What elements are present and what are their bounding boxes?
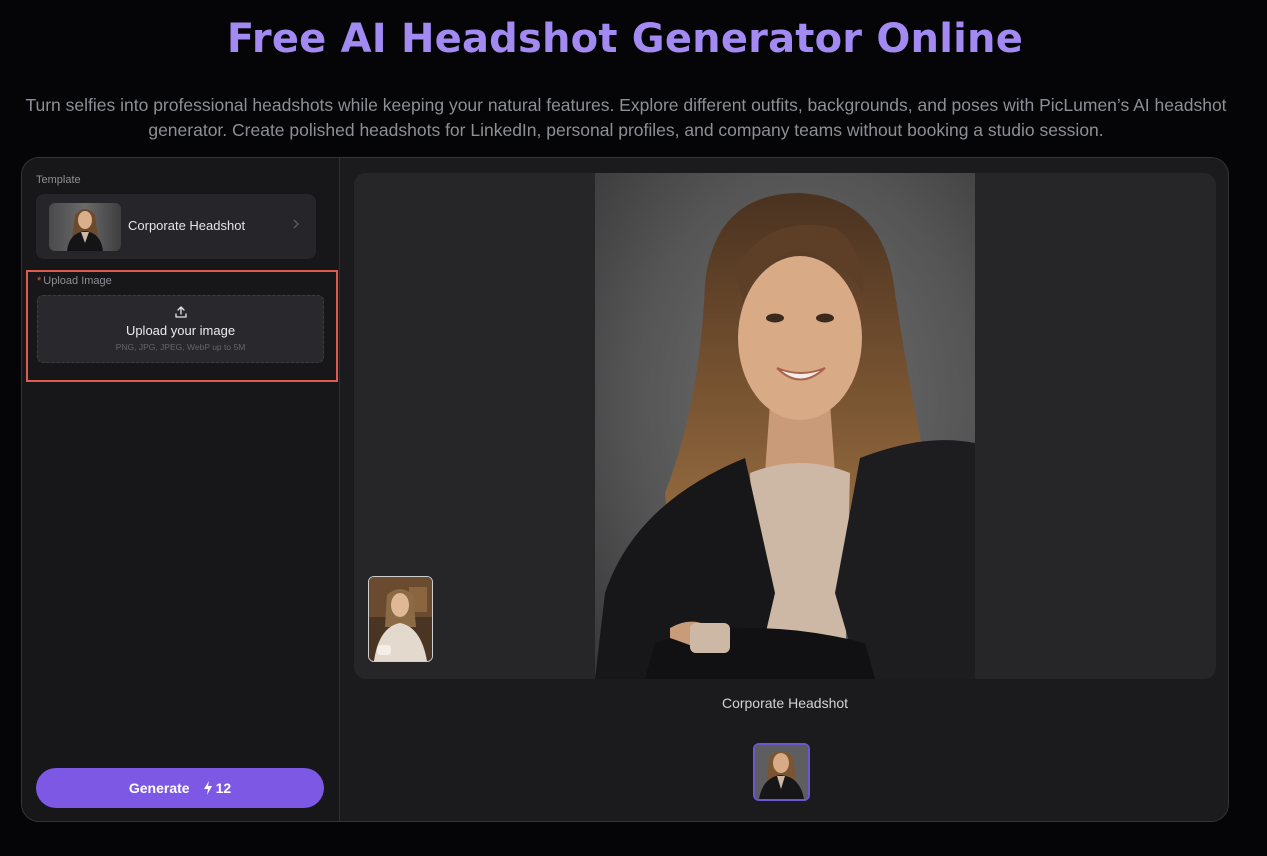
upload-icon	[174, 305, 188, 319]
required-mark: *	[37, 275, 42, 287]
upload-hint: PNG, JPG, JPEG, WebP up to 5M	[115, 342, 246, 352]
page-title: Free AI Headshot Generator Online	[226, 16, 1024, 62]
template-thumbnail	[49, 203, 121, 251]
upload-image-label: * Upload Image	[37, 275, 112, 287]
template-label: Template	[36, 174, 81, 186]
upload-dropzone[interactable]: Upload your image PNG, JPG, JPEG, WebP u…	[37, 295, 324, 363]
settings-sidebar: Template Corporate Headshot * Upload Ima…	[22, 158, 340, 821]
headshot-preview-image	[595, 173, 975, 679]
generator-card: Template Corporate Headshot * Upload Ima…	[21, 157, 1229, 822]
page-subtitle: Turn selfies into professional headshots…	[25, 95, 1227, 140]
page: Free AI Headshot Generator Online Turn s…	[0, 0, 1267, 856]
template-selector[interactable]: Corporate Headshot	[36, 194, 316, 259]
preview-caption: Corporate Headshot	[721, 695, 849, 711]
uploaded-selfie-thumbnail[interactable]	[368, 576, 433, 662]
generate-button[interactable]: Generate 12	[36, 768, 324, 808]
template-name: Corporate Headshot	[128, 218, 246, 233]
preview-stage	[354, 173, 1216, 679]
lightning-bolt-icon	[203, 781, 213, 795]
upload-image-label-text: Upload Image	[43, 275, 112, 287]
credit-cost: 12	[215, 780, 232, 796]
preview-panel: Corporate Headshot	[340, 158, 1228, 821]
upload-title: Upload your image	[125, 323, 236, 338]
result-thumbnail[interactable]	[753, 743, 810, 801]
generate-label: Generate	[128, 780, 190, 796]
chevron-right-icon	[292, 218, 300, 230]
